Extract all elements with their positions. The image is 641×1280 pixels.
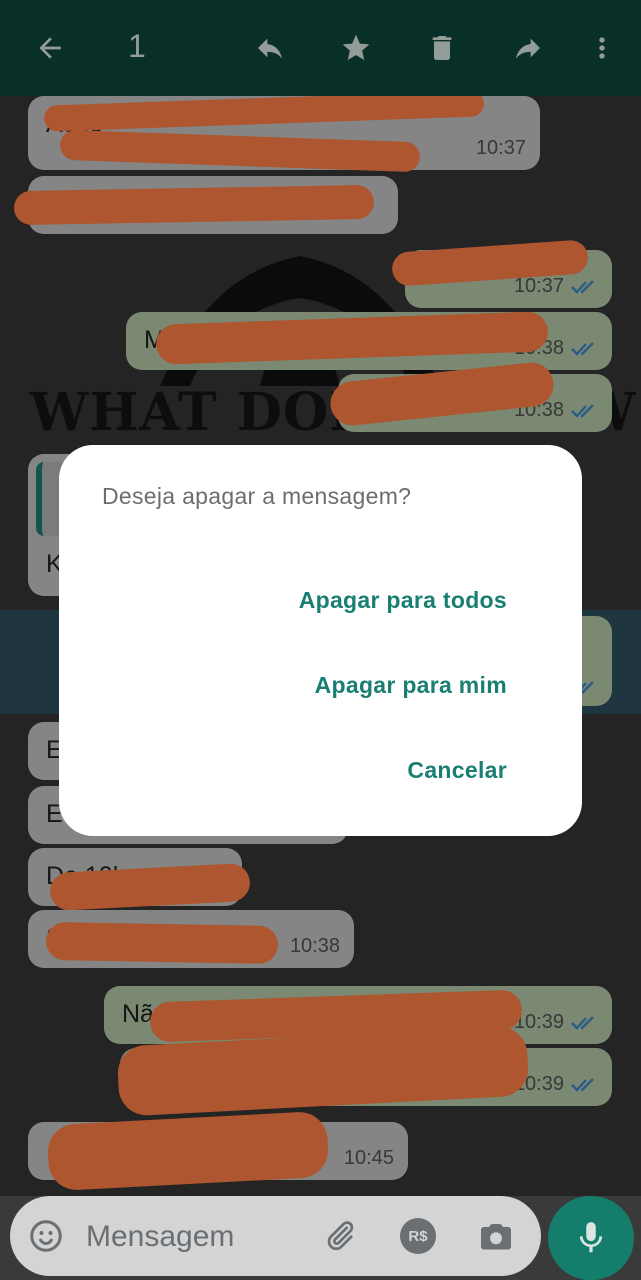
attach-icon[interactable]	[320, 1216, 360, 1256]
camera-icon[interactable]	[476, 1216, 516, 1256]
message-input-bar: Mensagem R$	[0, 1196, 641, 1280]
payment-icon[interactable]: R$	[398, 1216, 438, 1256]
message-placeholder: Mensagem	[86, 1220, 235, 1253]
delete-message-dialog: Deseja apagar a mensagem? Apagar para to…	[59, 445, 582, 836]
delete-for-everyone-button[interactable]: Apagar para todos	[299, 587, 507, 614]
payment-label: R$	[400, 1218, 436, 1254]
voice-record-button[interactable]	[548, 1196, 634, 1280]
delete-for-me-button[interactable]: Apagar para mim	[315, 672, 507, 699]
emoji-icon[interactable]	[26, 1216, 66, 1256]
microphone-icon	[579, 1222, 603, 1253]
dialog-title: Deseja apagar a mensagem?	[102, 483, 412, 509]
cancel-button[interactable]: Cancelar	[407, 757, 507, 784]
message-input-field[interactable]: Mensagem R$	[10, 1196, 541, 1276]
